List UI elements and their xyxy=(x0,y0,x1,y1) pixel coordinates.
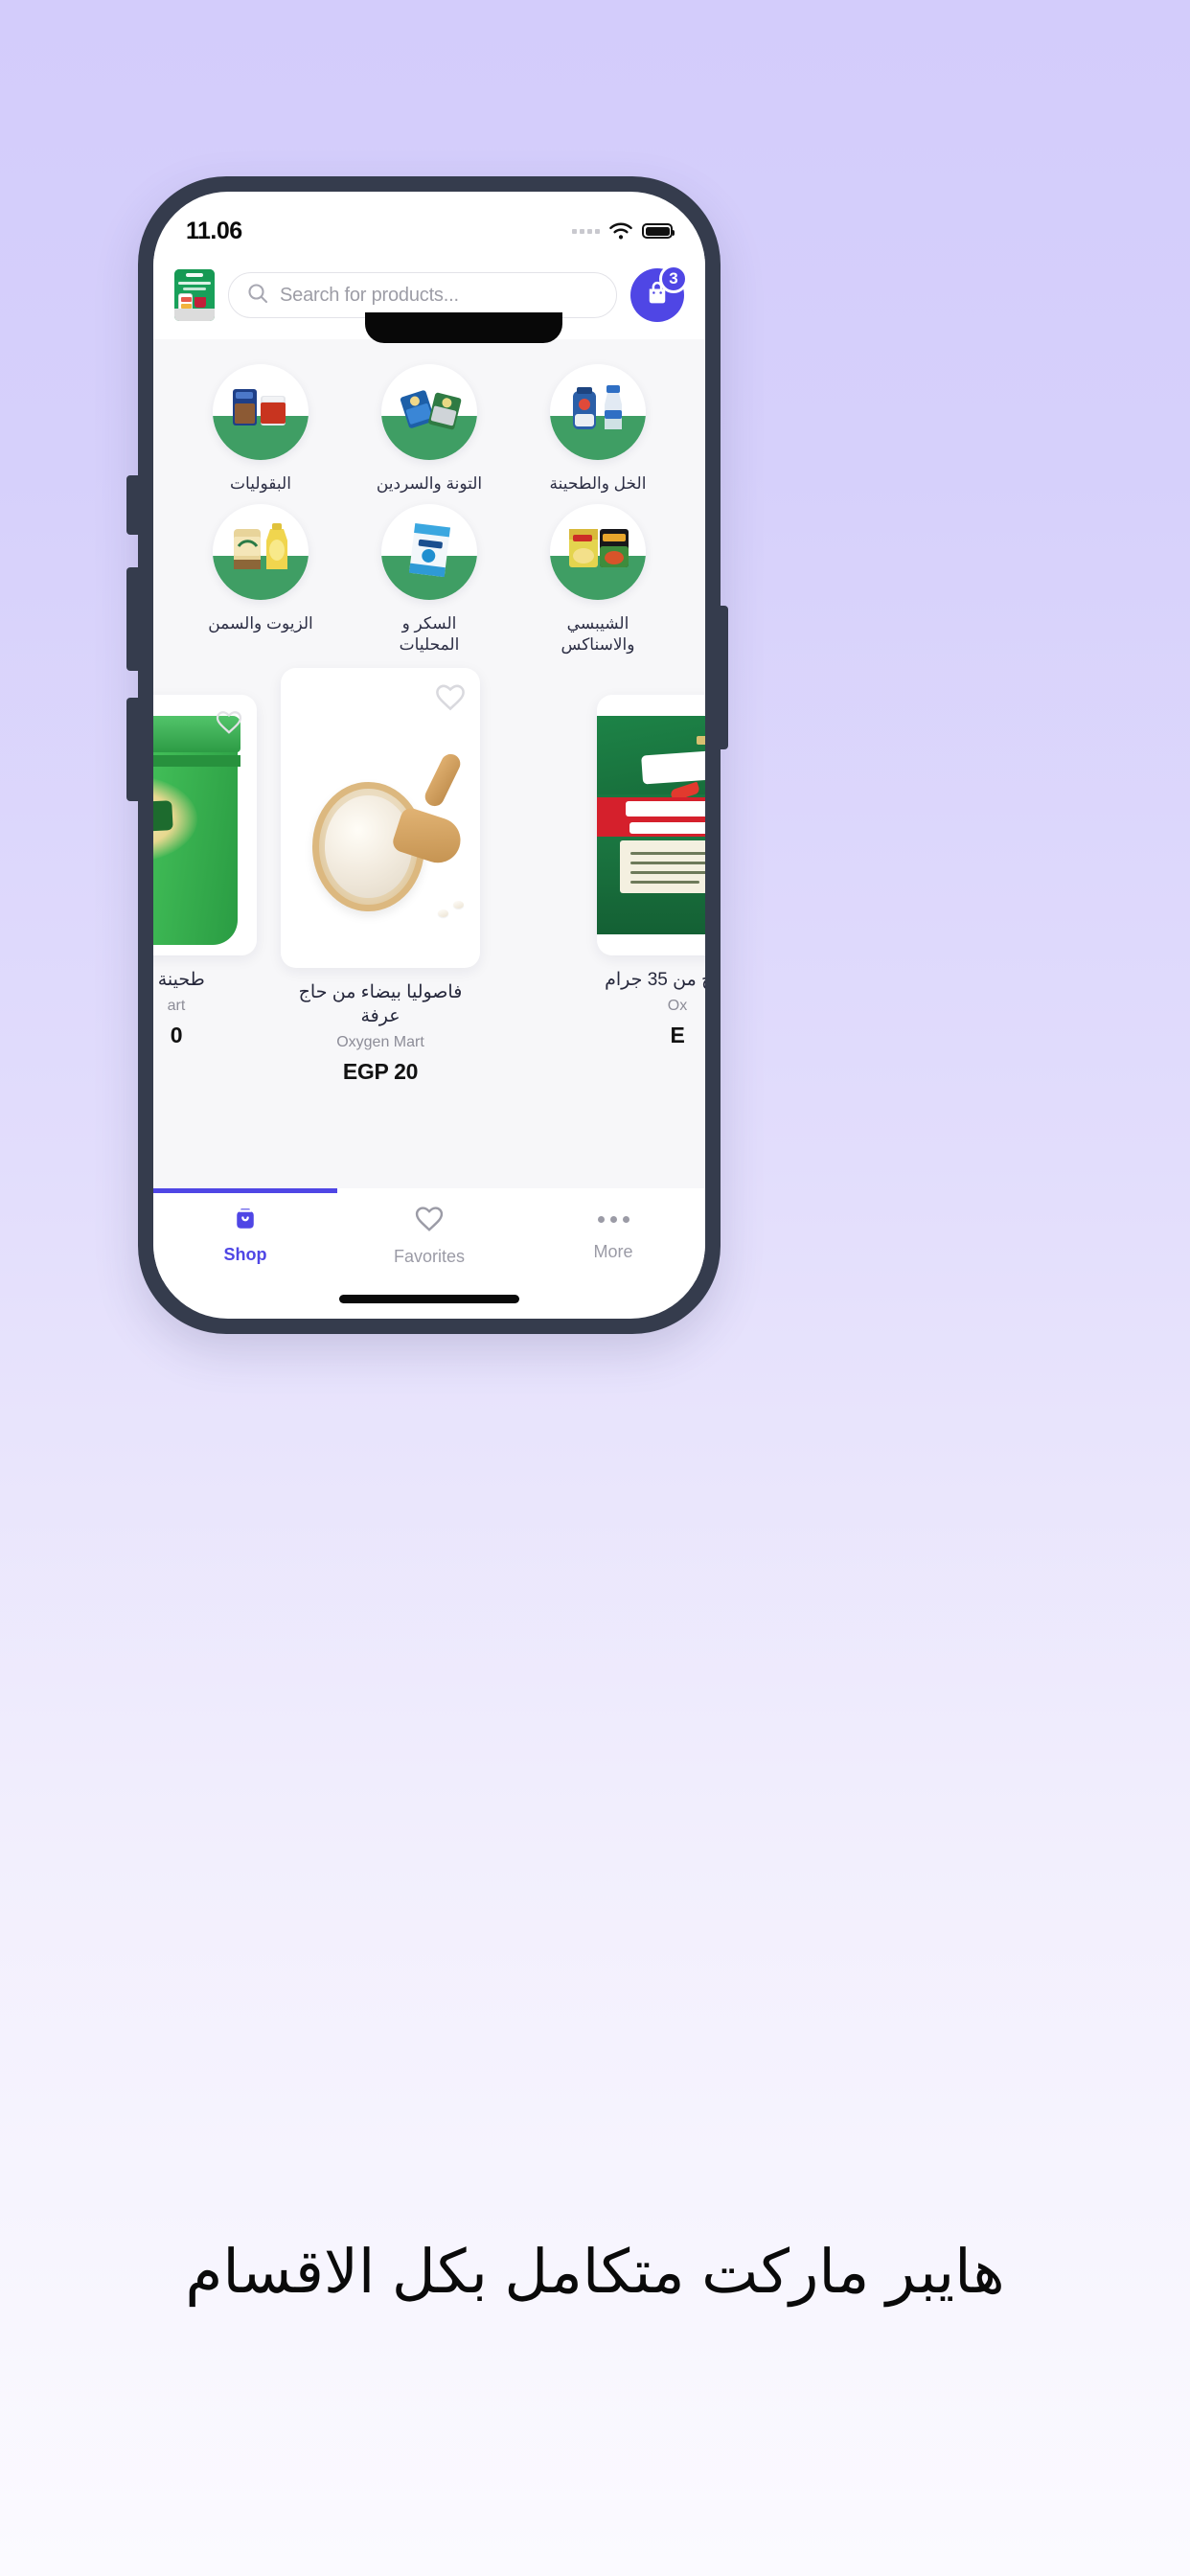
phone-notch xyxy=(365,312,562,343)
home-indicator xyxy=(339,1295,519,1303)
category-item-legumes[interactable]: البقوليات xyxy=(176,364,345,494)
ellipsis-icon xyxy=(597,1204,629,1234)
product-price: E xyxy=(670,1022,685,1047)
phone-screen: 11.06 Search for products... 3 البقوليات… xyxy=(153,192,705,1319)
product-name: طحينة ا xyxy=(153,970,205,991)
cart-button[interactable]: 3 xyxy=(630,264,688,322)
nav-label: Shop xyxy=(223,1245,267,1264)
product-store: Ox xyxy=(667,997,688,1014)
phone-volume-up-button xyxy=(126,567,140,671)
product-image xyxy=(281,668,480,969)
heart-outline-icon xyxy=(414,1204,445,1239)
category-label: الشيبسي والاسناكس xyxy=(561,613,635,654)
category-label: التونة والسردين xyxy=(376,474,483,493)
shopping-bag-icon xyxy=(231,1204,260,1237)
category-image xyxy=(381,503,477,600)
product-info: طحينة ا art 0 xyxy=(153,955,257,1048)
phone-front-camera xyxy=(452,194,468,209)
product-card-right[interactable]: الدجاج من 35 جرام Ox E xyxy=(597,668,705,1048)
phone-mockup: 11.06 Search for products... 3 البقوليات… xyxy=(69,88,1121,1334)
product-price: EGP 20 xyxy=(342,1058,419,1084)
product-store: Oxygen Mart xyxy=(336,1033,424,1050)
product-store: art xyxy=(167,997,186,1014)
nav-tab-favorites[interactable]: Favorites xyxy=(337,1188,521,1267)
brand-logo-thumbnail[interactable] xyxy=(174,269,215,321)
category-image xyxy=(550,364,646,460)
signal-dots-icon xyxy=(572,228,600,234)
product-carousel[interactable]: طحينة ا art 0 من 35 جرام Ox E فاصوليا بي… xyxy=(153,668,705,1084)
category-label: البقوليات xyxy=(230,474,291,493)
phone-power-button xyxy=(715,606,728,749)
category-image xyxy=(381,364,477,460)
phone-mute-switch xyxy=(126,475,140,535)
product-info: الدجاج من 35 جرام Ox E xyxy=(597,955,705,1048)
category-image xyxy=(213,364,309,460)
wifi-icon xyxy=(608,222,633,241)
category-item-tuna[interactable]: التونة والسردين xyxy=(345,364,514,494)
category-label: الزيوت والسمن xyxy=(208,613,313,632)
active-tab-indicator xyxy=(153,1188,337,1193)
category-item-sugar[interactable]: السكر و المحليات xyxy=(345,503,514,656)
category-image xyxy=(213,503,309,600)
favorite-heart-icon[interactable] xyxy=(434,681,467,719)
nav-tab-more[interactable]: More xyxy=(521,1188,705,1262)
search-placeholder: Search for products... xyxy=(280,284,459,306)
cart-badge: 3 xyxy=(659,264,688,293)
category-label: الخل والطحينة xyxy=(549,474,647,493)
category-label: السكر و المحليات xyxy=(399,613,460,654)
status-bar-time: 11.06 xyxy=(186,217,242,244)
product-card-left[interactable]: طحينة ا art 0 xyxy=(153,668,257,1048)
category-item-vinegar[interactable]: الخل والطحينة xyxy=(514,364,682,494)
product-price: 0 xyxy=(170,1022,183,1047)
category-image xyxy=(550,503,646,600)
product-name: الدجاج من 35 جرام xyxy=(605,970,705,991)
search-input[interactable]: Search for products... xyxy=(228,272,617,318)
product-card-center[interactable]: فاصوليا بيضاء من حاج عرفة Oxygen Mart EG… xyxy=(281,668,480,1084)
category-item-oils[interactable]: الزيوت والسمن xyxy=(176,503,345,656)
shop-content: البقوليات التونة والسردين الخل والطحينة … xyxy=(153,339,705,1188)
nav-tab-shop[interactable]: Shop xyxy=(153,1188,337,1265)
phone-volume-down-button xyxy=(126,698,140,801)
product-image xyxy=(597,695,705,956)
nav-label: More xyxy=(593,1242,633,1261)
battery-full-icon xyxy=(642,223,675,239)
product-image xyxy=(153,695,257,956)
page-caption: هايبر ماركت متكامل بكل الاقسام xyxy=(185,2239,1005,2306)
bottom-navigation: Shop Favorites More xyxy=(153,1188,705,1280)
category-grid: البقوليات التونة والسردين الخل والطحينة … xyxy=(153,339,705,655)
product-name: فاصوليا بيضاء من حاج عرفة xyxy=(298,982,463,1026)
favorite-heart-icon[interactable] xyxy=(215,708,243,742)
search-icon xyxy=(246,282,269,310)
category-item-snacks[interactable]: الشيبسي والاسناكس xyxy=(514,503,682,656)
product-info: فاصوليا بيضاء من حاج عرفة Oxygen Mart EG… xyxy=(281,968,480,1084)
nav-label: Favorites xyxy=(393,1247,466,1266)
phone-earpiece-speaker xyxy=(307,196,433,205)
